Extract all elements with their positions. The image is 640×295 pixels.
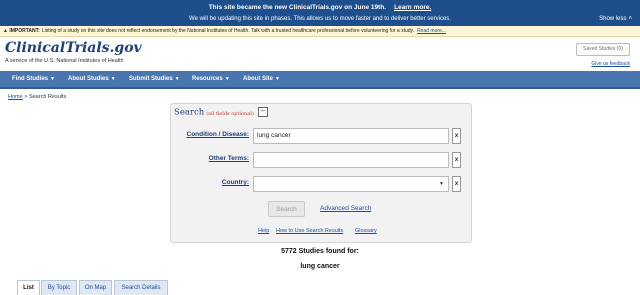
other-terms-input[interactable] bbox=[253, 152, 449, 168]
tab-search-details[interactable]: Search Details bbox=[114, 280, 168, 295]
breadcrumb: Home > Search Results bbox=[8, 94, 66, 100]
banner-headline: This site became the new ClinicalTrials.… bbox=[0, 4, 640, 11]
results-query: lung cancer bbox=[300, 263, 340, 270]
nav-about-studies[interactable]: About Studies ▼ bbox=[68, 71, 116, 87]
nav-label: Submit Studies bbox=[129, 76, 173, 82]
glossary-link[interactable]: Glossary bbox=[355, 228, 377, 234]
advanced-search-link[interactable]: Advanced Search bbox=[320, 205, 371, 212]
clear-country-button[interactable]: x bbox=[452, 176, 461, 192]
site-transition-banner: This site became the new ClinicalTrials.… bbox=[0, 0, 640, 26]
nav-label: Resources bbox=[192, 76, 223, 82]
nav-find-studies[interactable]: Find Studies ▼ bbox=[12, 71, 55, 87]
notice-label: IMPORTANT: bbox=[9, 28, 40, 34]
country-label[interactable]: Country: bbox=[171, 179, 249, 186]
tab-by-topic[interactable]: By Topic bbox=[41, 280, 77, 295]
search-button[interactable]: Search bbox=[268, 201, 305, 217]
collapse-icon[interactable]: − bbox=[257, 107, 268, 117]
caret-down-icon: ▼ bbox=[275, 76, 280, 82]
other-terms-label[interactable]: Other Terms: bbox=[171, 155, 249, 162]
help-link[interactable]: Help bbox=[258, 228, 269, 234]
learn-more-link[interactable]: Learn more. bbox=[394, 4, 431, 11]
nav-label: Find Studies bbox=[12, 76, 48, 82]
important-notice: ▲ IMPORTANT: Listing of a study on this s… bbox=[0, 26, 640, 37]
breadcrumb-home[interactable]: Home bbox=[8, 94, 23, 100]
caret-down-icon: ▼ bbox=[110, 76, 116, 82]
tab-list[interactable]: List bbox=[17, 280, 40, 295]
caret-down-icon: ▼ bbox=[50, 76, 55, 82]
country-select[interactable]: ▼ bbox=[253, 176, 449, 192]
search-panel: Search (all fields optional) − Condition /… bbox=[170, 103, 472, 243]
notice-text: Listing of a study on this site does not… bbox=[41, 28, 415, 34]
nav-resources[interactable]: Resources ▼ bbox=[192, 71, 230, 87]
results-count: 5772 Studies found for: bbox=[281, 248, 359, 255]
nav-label: About Site bbox=[243, 76, 273, 82]
search-title-text: Search bbox=[174, 107, 205, 118]
feedback-link[interactable]: Give us feedback bbox=[591, 61, 630, 67]
condition-label[interactable]: Condition / Disease: bbox=[171, 131, 249, 138]
site-logo[interactable]: ClinicalTrials.gov bbox=[5, 40, 142, 56]
site-tagline: A service of the U.S. National Institute… bbox=[5, 58, 124, 64]
banner-message: This site became the new ClinicalTrials.… bbox=[208, 4, 387, 11]
dropdown-arrow-icon: ▼ bbox=[439, 181, 444, 187]
nav-submit-studies[interactable]: Submit Studies ▼ bbox=[129, 71, 180, 87]
fields-optional-note: (all fields optional) bbox=[206, 110, 254, 117]
breadcrumb-separator: > bbox=[24, 94, 28, 100]
breadcrumb-current: Search Results bbox=[28, 94, 67, 100]
show-less-label: Show less bbox=[599, 16, 627, 22]
show-less-toggle[interactable]: Show less ˄ bbox=[599, 16, 632, 22]
saved-studies-button[interactable]: Saved Studies (0) bbox=[576, 43, 630, 56]
caret-down-icon: ▼ bbox=[224, 76, 230, 82]
read-more-link[interactable]: Read more... bbox=[417, 28, 446, 34]
caret-up-icon: ˄ bbox=[628, 16, 632, 22]
main-nav: Find Studies ▼ About Studies ▼ Submit Stud… bbox=[0, 71, 640, 89]
nav-label: About Studies bbox=[68, 76, 109, 82]
clear-other-terms-button[interactable]: x bbox=[452, 152, 461, 168]
site-header: ClinicalTrials.gov A service of the U.S.… bbox=[0, 37, 640, 69]
clear-condition-button[interactable]: x bbox=[452, 128, 461, 144]
nav-about-site[interactable]: About Site ▼ bbox=[243, 71, 280, 87]
banner-subtext: We will be updating this site in phases.… bbox=[189, 16, 451, 22]
caret-down-icon: ▼ bbox=[174, 76, 180, 82]
search-title: Search (all fields optional) − bbox=[174, 107, 268, 118]
condition-input[interactable]: lung cancer bbox=[253, 128, 449, 144]
how-to-use-link[interactable]: How to Use Search Results bbox=[276, 228, 343, 234]
warning-icon: ▲ bbox=[3, 28, 8, 34]
tab-on-map[interactable]: On Map bbox=[79, 280, 112, 295]
